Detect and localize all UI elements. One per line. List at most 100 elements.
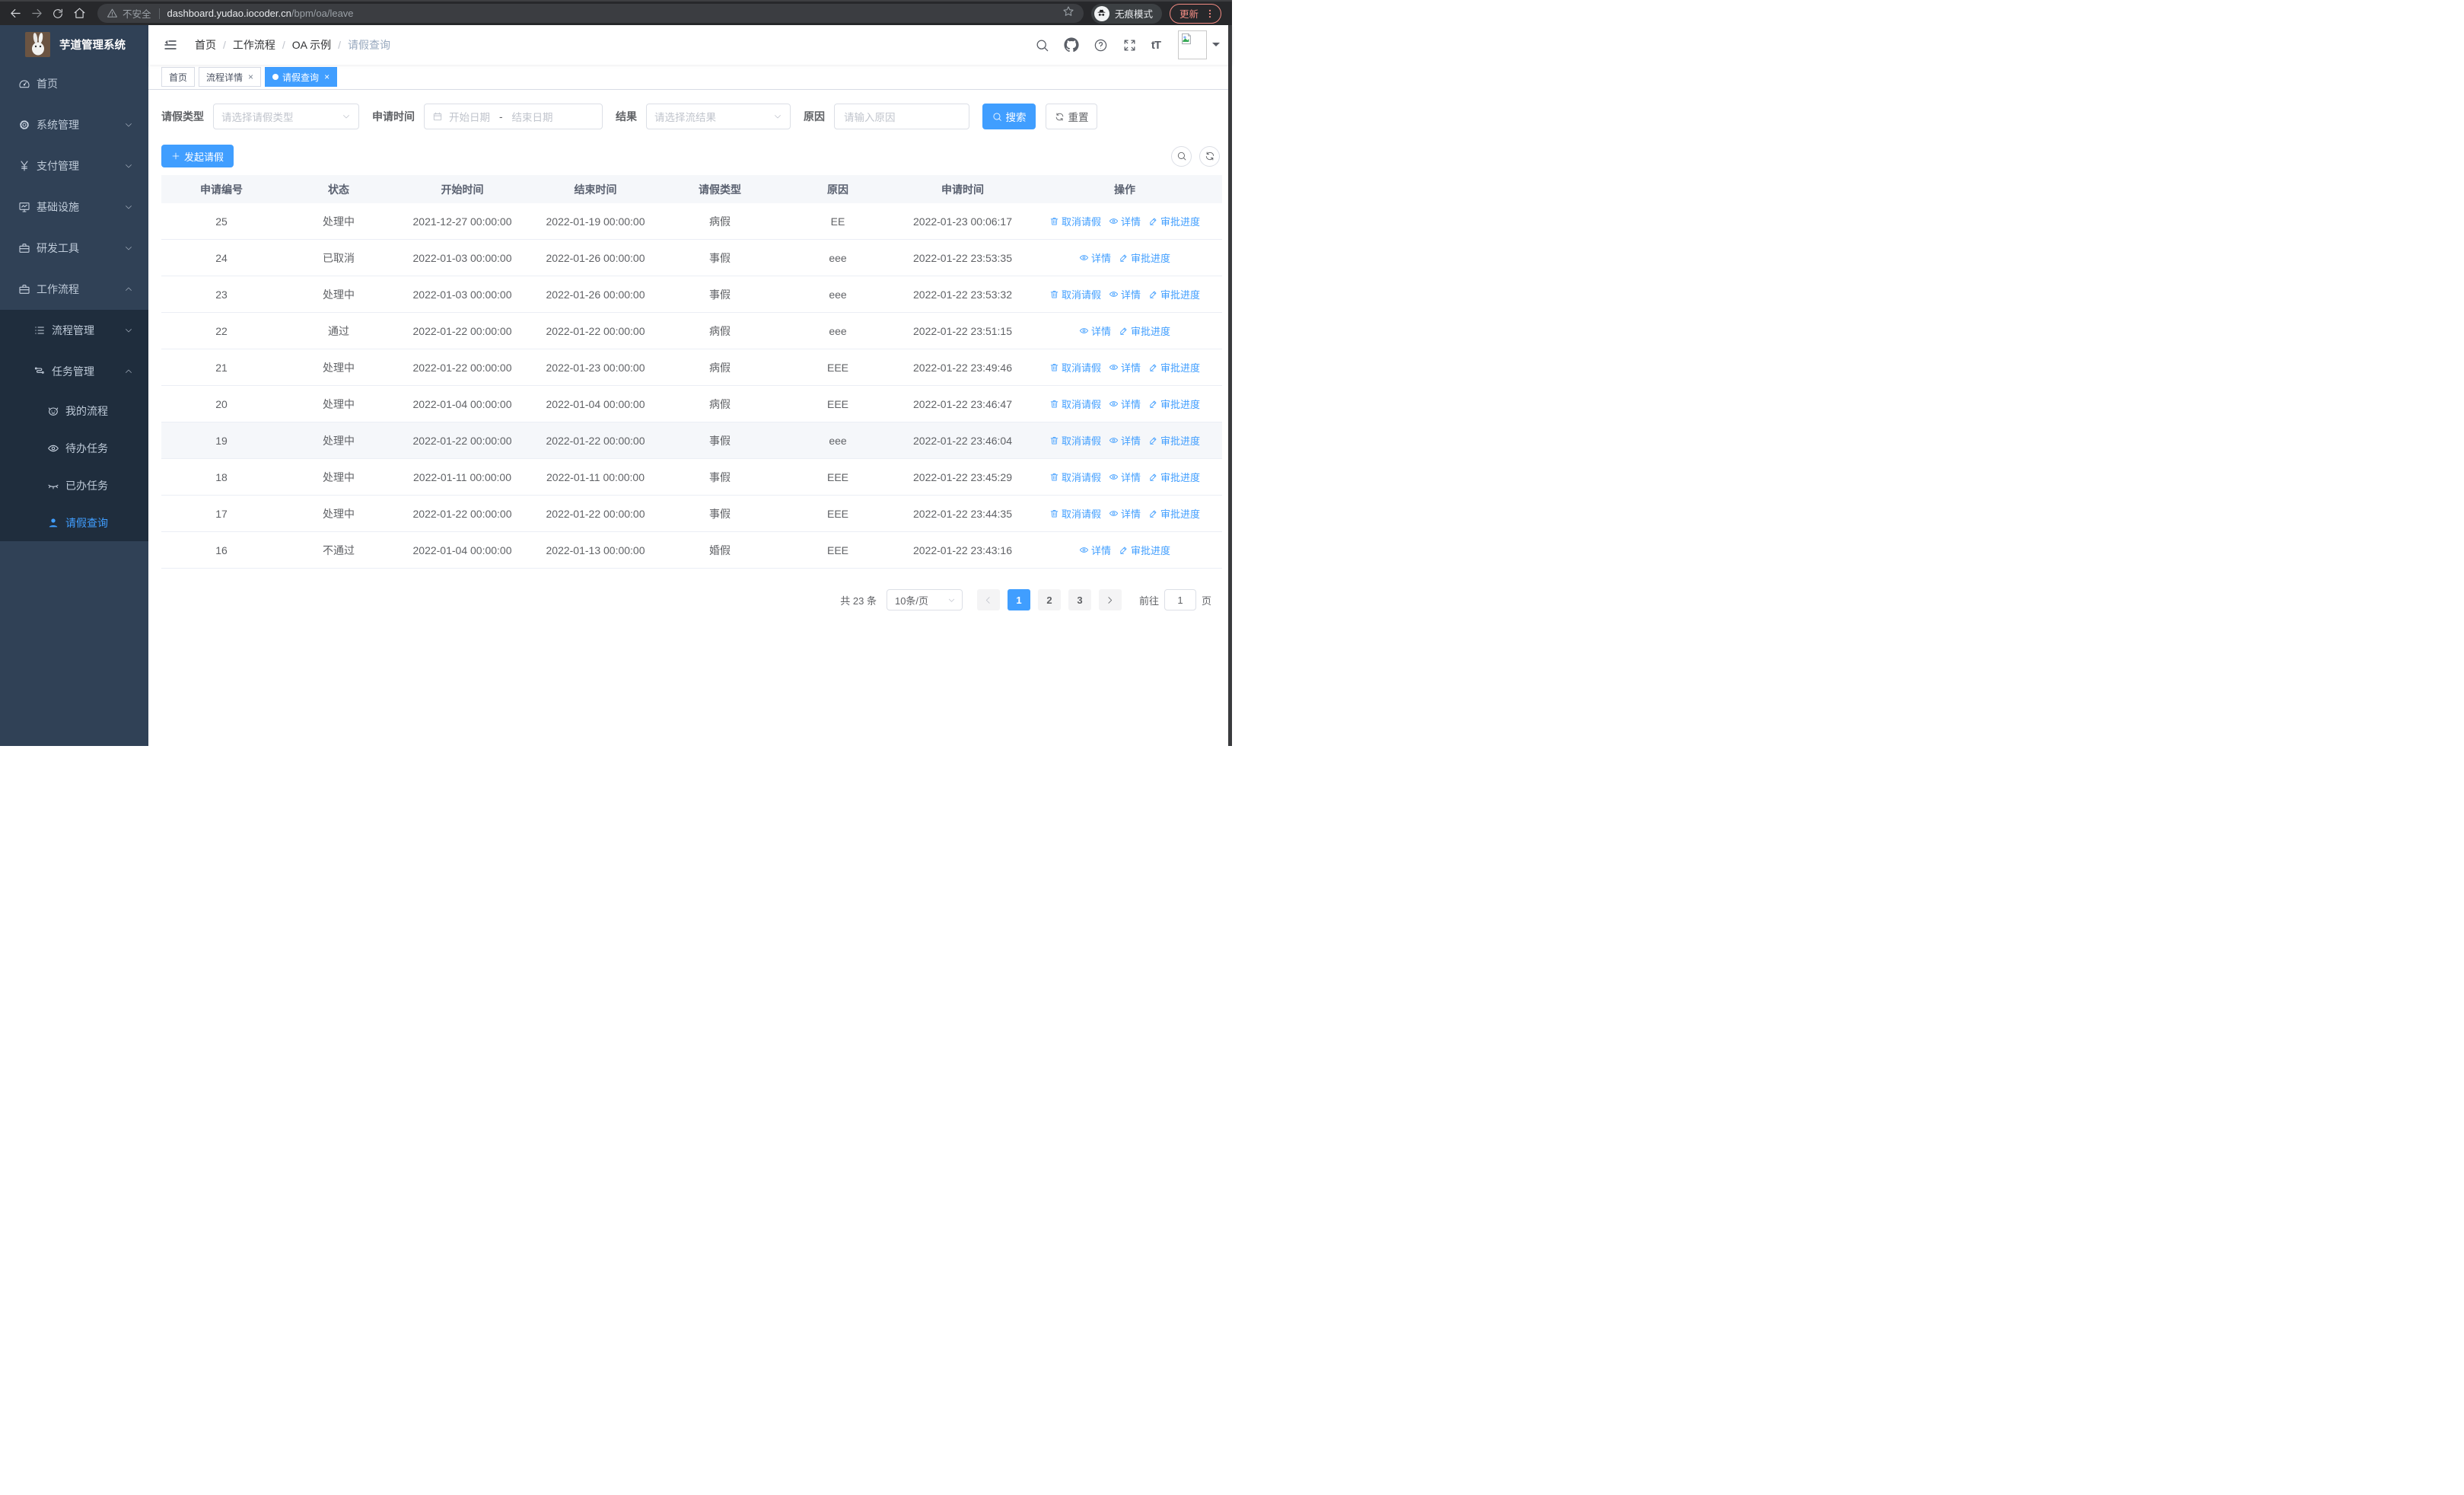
approval-progress-link[interactable]: 审批进度 bbox=[1148, 433, 1200, 448]
cell-actions: 取消请假 详情 审批进度 bbox=[1027, 397, 1222, 411]
detail-link[interactable]: 详情 bbox=[1109, 214, 1141, 228]
header-search-icon[interactable] bbox=[1035, 38, 1049, 53]
cancel-leave-link[interactable]: 取消请假 bbox=[1049, 470, 1101, 484]
tab-home[interactable]: 首页 bbox=[161, 67, 196, 87]
sidebar-item-home[interactable]: 首页 bbox=[0, 63, 148, 104]
search-button[interactable]: 搜索 bbox=[982, 104, 1036, 129]
create-leave-button[interactable]: 发起请假 bbox=[161, 145, 234, 167]
sidebar-item-leave-query[interactable]: 请假查询 bbox=[0, 504, 148, 541]
browser-reload-button[interactable] bbox=[47, 4, 68, 24]
browser-back-button[interactable] bbox=[5, 4, 26, 24]
reason-input[interactable]: 请输入原因 bbox=[834, 104, 969, 129]
cancel-leave-link[interactable]: 取消请假 bbox=[1049, 433, 1101, 448]
cell-apply-time: 2022-01-22 23:45:29 bbox=[913, 470, 1012, 483]
font-size-icon[interactable]: tT bbox=[1151, 39, 1161, 52]
reset-button[interactable]: 重置 bbox=[1046, 104, 1097, 129]
approval-progress-link[interactable]: 审批进度 bbox=[1119, 250, 1170, 265]
approval-progress-link[interactable]: 审批进度 bbox=[1148, 506, 1200, 521]
detail-link[interactable]: 详情 bbox=[1109, 506, 1141, 521]
detail-link[interactable]: 详情 bbox=[1109, 287, 1141, 301]
tab-leave-query[interactable]: 请假查询 × bbox=[265, 67, 338, 87]
leave-type-select[interactable]: 请选择请假类型 bbox=[213, 104, 359, 129]
approval-progress-link[interactable]: 审批进度 bbox=[1119, 324, 1170, 338]
address-bar[interactable]: 不安全 dashboard.yudao.iocoder.cn/bpm/oa/le… bbox=[97, 4, 1084, 23]
next-page-button[interactable] bbox=[1098, 589, 1122, 610]
cancel-leave-link[interactable]: 取消请假 bbox=[1049, 287, 1101, 301]
chevron-down-icon bbox=[948, 598, 955, 602]
table-row: 17 处理中 2022-01-22 00:00:00 2022-01-22 00… bbox=[161, 496, 1222, 532]
start-date-input[interactable]: 开始日期 bbox=[449, 109, 490, 124]
cancel-leave-link[interactable]: 取消请假 bbox=[1049, 360, 1101, 375]
browser-scrollbar-track[interactable] bbox=[1228, 25, 1232, 746]
browser-home-button[interactable] bbox=[68, 4, 90, 24]
sidebar-item-payment[interactable]: 支付管理 bbox=[0, 145, 148, 186]
page-button-1[interactable]: 1 bbox=[1007, 589, 1030, 610]
detail-link[interactable]: 详情 bbox=[1109, 397, 1141, 411]
close-tab-icon[interactable]: × bbox=[248, 72, 253, 82]
cell-apply-time: 2022-01-22 23:46:04 bbox=[913, 434, 1012, 447]
sidebar-item-infrastructure[interactable]: 基础设施 bbox=[0, 186, 148, 228]
sidebar-item-my-process[interactable]: 我的流程 bbox=[0, 392, 148, 429]
github-icon[interactable] bbox=[1064, 37, 1079, 53]
sidebar-item-dev-tools[interactable]: 研发工具 bbox=[0, 228, 148, 269]
detail-link[interactable]: 详情 bbox=[1079, 250, 1111, 265]
approval-progress-link[interactable]: 审批进度 bbox=[1148, 397, 1200, 411]
user-avatar-menu[interactable] bbox=[1178, 30, 1220, 59]
cancel-leave-link[interactable]: 取消请假 bbox=[1049, 506, 1101, 521]
fullscreen-icon[interactable] bbox=[1122, 38, 1137, 53]
prev-page-button[interactable] bbox=[976, 589, 1000, 610]
cancel-leave-link[interactable]: 取消请假 bbox=[1049, 397, 1101, 411]
breadcrumb-oa-example[interactable]: OA 示例 bbox=[292, 37, 331, 53]
trash-icon bbox=[1050, 510, 1059, 518]
help-icon[interactable] bbox=[1094, 38, 1108, 53]
sidebar-item-system[interactable]: 系统管理 bbox=[0, 104, 148, 145]
cell-status: 已取消 bbox=[323, 251, 355, 264]
apply-time-range-picker[interactable]: 开始日期 - 结束日期 bbox=[424, 104, 603, 129]
update-label: 更新 bbox=[1179, 9, 1199, 20]
detail-link[interactable]: 详情 bbox=[1079, 324, 1111, 338]
cell-end-time: 2022-01-22 00:00:00 bbox=[546, 324, 645, 337]
sidebar-item-process-management[interactable]: 流程管理 bbox=[0, 310, 148, 351]
detail-link[interactable]: 详情 bbox=[1079, 543, 1111, 557]
browser-menu-icon[interactable] bbox=[1205, 8, 1215, 19]
bookmark-star-icon[interactable] bbox=[1062, 5, 1074, 21]
close-tab-icon[interactable]: × bbox=[324, 72, 329, 82]
approval-progress-link[interactable]: 审批进度 bbox=[1148, 287, 1200, 301]
detail-link[interactable]: 详情 bbox=[1109, 470, 1141, 484]
sidebar-logo[interactable]: 芋道管理系统 bbox=[0, 25, 148, 63]
breadcrumb-home[interactable]: 首页 bbox=[195, 37, 216, 53]
sidebar-item-todo-tasks[interactable]: 待办任务 bbox=[0, 429, 148, 467]
result-select[interactable]: 请选择流结果 bbox=[646, 104, 791, 129]
detail-link[interactable]: 详情 bbox=[1109, 433, 1141, 448]
end-date-input[interactable]: 结束日期 bbox=[512, 109, 553, 124]
breadcrumb-workflow[interactable]: 工作流程 bbox=[233, 37, 275, 53]
approval-progress-link[interactable]: 审批进度 bbox=[1148, 214, 1200, 228]
approval-progress-link[interactable]: 审批进度 bbox=[1119, 543, 1170, 557]
browser-forward-button[interactable] bbox=[26, 4, 47, 24]
sidebar-item-workflow[interactable]: 工作流程 bbox=[0, 269, 148, 310]
omnibox-divider bbox=[158, 8, 160, 19]
tab-process-detail[interactable]: 流程详情 × bbox=[199, 67, 262, 87]
page-button-2[interactable]: 2 bbox=[1037, 589, 1061, 610]
sidebar-collapse-button[interactable] bbox=[163, 37, 178, 53]
cell-apply-id: 17 bbox=[215, 507, 228, 520]
cancel-leave-link[interactable]: 取消请假 bbox=[1049, 214, 1101, 228]
detail-link[interactable]: 详情 bbox=[1109, 360, 1141, 375]
approval-progress-link[interactable]: 审批进度 bbox=[1148, 470, 1200, 484]
sidebar-item-task-management[interactable]: 任务管理 bbox=[0, 351, 148, 392]
table-row: 21 处理中 2022-01-22 00:00:00 2022-01-23 00… bbox=[161, 349, 1222, 386]
cell-start-time: 2022-01-11 00:00:00 bbox=[413, 470, 511, 483]
eye-icon bbox=[1079, 255, 1089, 260]
approval-progress-link[interactable]: 审批进度 bbox=[1148, 360, 1200, 375]
logo-image bbox=[25, 31, 50, 57]
refresh-icon bbox=[1205, 151, 1214, 161]
goto-page-input[interactable] bbox=[1164, 589, 1196, 610]
show-search-toggle-button[interactable] bbox=[1171, 145, 1192, 167]
browser-update-button[interactable]: 更新 bbox=[1169, 3, 1221, 24]
sidebar-item-done-tasks[interactable]: 已办任务 bbox=[0, 467, 148, 504]
avatar bbox=[1178, 30, 1207, 59]
page-button-3[interactable]: 3 bbox=[1068, 589, 1091, 610]
page-size-select[interactable]: 10条/页 bbox=[886, 589, 963, 610]
refresh-table-button[interactable] bbox=[1199, 145, 1220, 167]
cell-start-time: 2022-01-03 00:00:00 bbox=[412, 251, 512, 264]
